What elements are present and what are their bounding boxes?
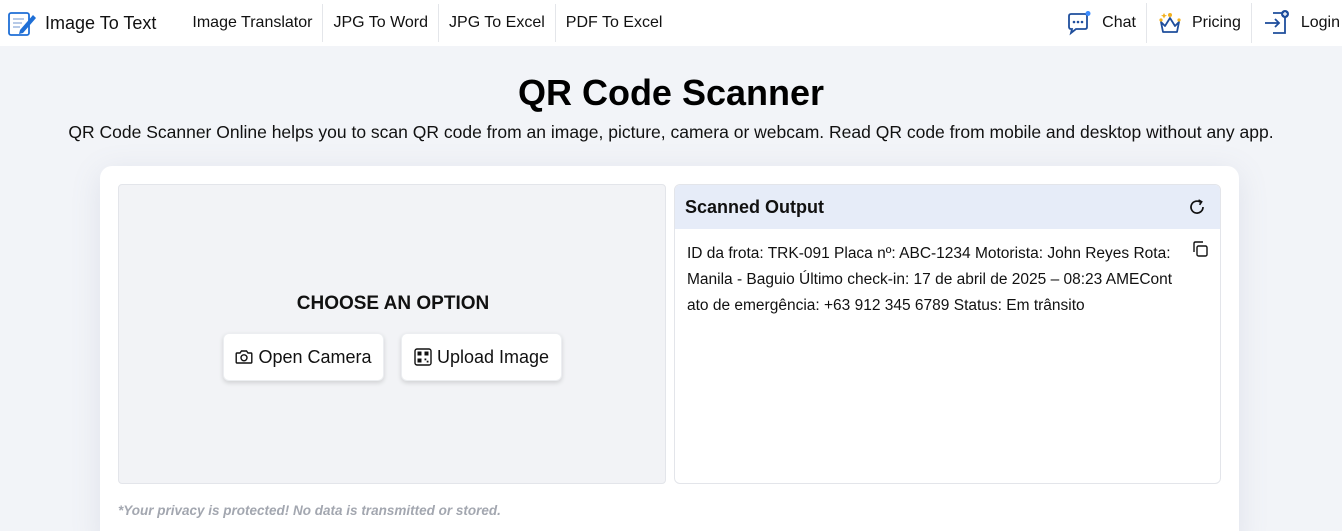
upload-image-button[interactable]: Upload Image (401, 333, 562, 381)
crown-icon (1158, 10, 1192, 36)
open-camera-label: Open Camera (258, 346, 372, 367)
login-label: Login (1300, 14, 1340, 31)
camera-icon (235, 348, 258, 366)
chat-label: Chat (1102, 14, 1136, 31)
brand-name: Image To Text (45, 12, 157, 33)
choose-option-label: CHOOSE AN OPTION (296, 293, 490, 314)
edit-note-icon (7, 8, 37, 38)
brand-logo[interactable]: Image To Text (7, 0, 156, 46)
nav-jpg-to-word[interactable]: JPG To Word (323, 4, 440, 42)
page-subtitle: QR Code Scanner Online helps you to scan… (68, 122, 1274, 142)
nav-image-translator[interactable]: Image Translator (182, 4, 324, 42)
pricing-label: Pricing (1191, 14, 1241, 31)
login-icon (1263, 9, 1301, 37)
scanner-input-panel: CHOOSE AN OPTION Open Camera Upload Imag… (118, 184, 666, 484)
chat-bubble-icon (1066, 10, 1102, 36)
account-nav: Chat Pricing Login (1055, 0, 1342, 46)
output-title: Scanned Output (685, 196, 824, 217)
scanned-output-text[interactable]: ID da frota: TRK-091 Placa nº: ABC-1234 … (687, 241, 1177, 319)
nav-jpg-to-excel[interactable]: JPG To Excel (439, 4, 556, 42)
upload-image-label: Upload Image (436, 346, 550, 367)
nav-pdf-to-excel[interactable]: PDF To Excel (556, 4, 673, 42)
page-title: QR Code Scanner (517, 72, 825, 113)
privacy-note: *Your privacy is protected! No data is t… (118, 503, 501, 518)
scanned-output-panel: Scanned Output ID da frota: TRK-091 Plac… (674, 184, 1221, 484)
chat-link[interactable]: Chat (1055, 3, 1147, 43)
copy-icon[interactable] (1191, 240, 1209, 263)
output-header: Scanned Output (675, 185, 1220, 229)
refresh-icon[interactable] (1188, 198, 1206, 221)
pricing-link[interactable]: Pricing (1147, 3, 1252, 43)
login-link[interactable]: Login (1252, 3, 1342, 43)
open-camera-button[interactable]: Open Camera (223, 333, 384, 381)
main-nav: Image Translator JPG To Word JPG To Exce… (182, 0, 672, 46)
qr-code-icon (414, 348, 437, 366)
top-header: Image To Text Image Translator JPG To Wo… (0, 0, 1342, 46)
scanner-card: CHOOSE AN OPTION Open Camera Upload Imag… (100, 166, 1239, 531)
